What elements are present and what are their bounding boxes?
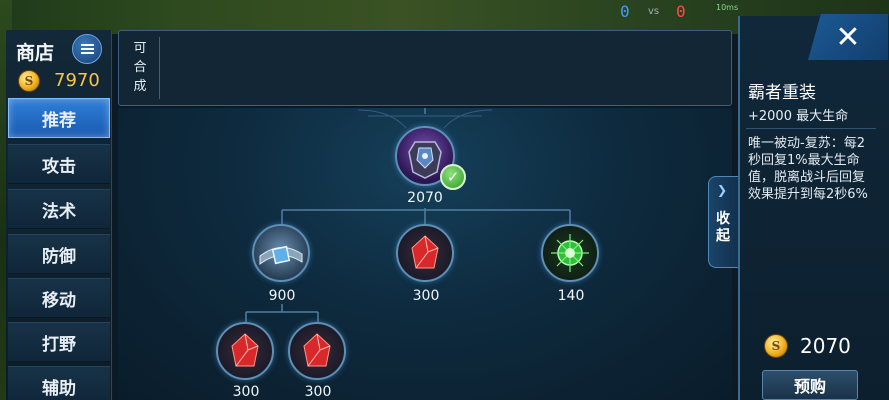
owned-check-icon: ✓: [440, 164, 466, 190]
item-child-3-price: 140: [557, 288, 585, 304]
red-crystal-icon: [411, 235, 439, 269]
category-magic[interactable]: 法术: [8, 189, 110, 229]
category-support[interactable]: 辅助: [8, 366, 110, 400]
preorder-button[interactable]: 预购: [762, 370, 858, 400]
vs-label: vs: [648, 6, 660, 17]
gold-coin-icon: S: [18, 70, 40, 92]
craftable-bar: 可合成: [118, 30, 732, 106]
collapse-label: 收起: [716, 211, 730, 244]
craftable-label: 可合成: [133, 41, 147, 94]
gold-coin-icon: S: [764, 334, 788, 358]
close-icon: ✕: [835, 19, 861, 55]
chevron-right-icon: ❯: [717, 183, 728, 197]
item-description: 唯一被动-复苏：每2秒回复1%最大生命值，脱离战斗后回复效果提升到每2秒6%: [748, 136, 868, 202]
team-red-score: 0: [676, 2, 686, 21]
item-child-1-price: 900: [268, 288, 296, 304]
shop-sidebar: 商店 S 7970 推荐 攻击 法术 防御 移动 打野 辅助: [6, 30, 112, 400]
item-root-price: 2070: [407, 190, 443, 206]
collapse-tab[interactable]: ❯ 收起: [708, 176, 738, 268]
team-blue-score: 0: [620, 2, 630, 21]
category-defense[interactable]: 防御: [8, 234, 110, 274]
recipe-tree: ✓ 2070 900 300 140 300 300: [118, 108, 732, 400]
category-attack[interactable]: 攻击: [8, 144, 110, 184]
item-price: 2070: [800, 334, 851, 358]
item-child-3[interactable]: [541, 224, 599, 282]
category-jungle[interactable]: 打野: [8, 322, 110, 362]
network-latency: 10ms: [716, 3, 739, 12]
green-gem-icon: [551, 234, 589, 272]
close-button[interactable]: ✕: [808, 14, 888, 60]
belt-icon: [259, 245, 303, 266]
item-grandchild-1[interactable]: [216, 322, 274, 380]
item-name: 霸者重装: [748, 83, 816, 103]
item-child-2-price: 300: [412, 288, 440, 304]
red-crystal-icon: [303, 333, 331, 367]
shop-title: 商店: [16, 42, 55, 64]
divider: [159, 37, 160, 99]
item-child-2[interactable]: [396, 224, 454, 282]
item-stat: +2000 最大生命: [748, 109, 849, 124]
category-movement[interactable]: 移动: [8, 278, 110, 318]
item-grandchild-1-price: 300: [232, 384, 260, 400]
category-recommend[interactable]: 推荐: [8, 98, 110, 138]
item-grandchild-2-price: 300: [304, 384, 332, 400]
item-child-1[interactable]: [252, 224, 310, 282]
gold-amount: 7970: [54, 70, 100, 91]
divider: [746, 128, 876, 129]
item-grandchild-2[interactable]: [288, 322, 346, 380]
red-crystal-icon: [231, 333, 259, 367]
menu-button[interactable]: [72, 34, 102, 64]
hamburger-icon: [80, 48, 94, 50]
